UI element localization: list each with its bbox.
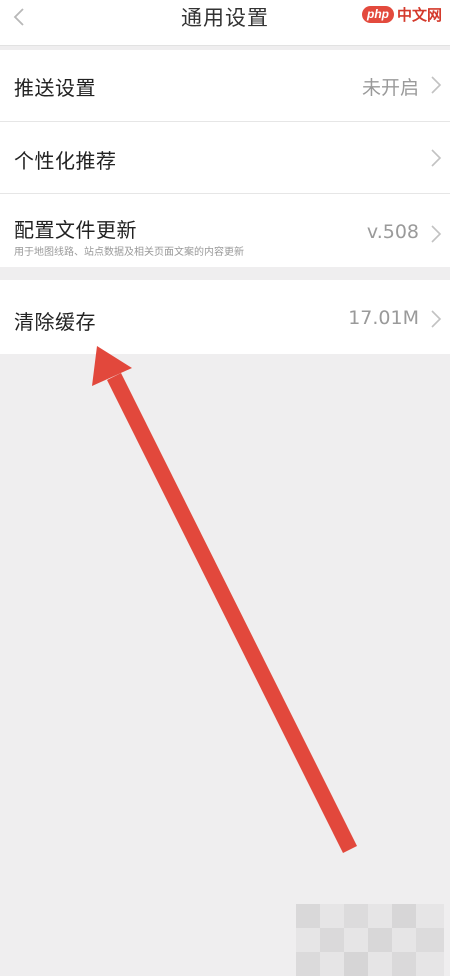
annotation-arrow-icon [92, 346, 357, 853]
arrow-shaft [107, 373, 357, 853]
pixelated-area [296, 904, 444, 976]
screen: 通用设置 php 中文网 推送设置 未开启 个性化推荐 配置文件更新 用于地图线… [0, 0, 450, 976]
